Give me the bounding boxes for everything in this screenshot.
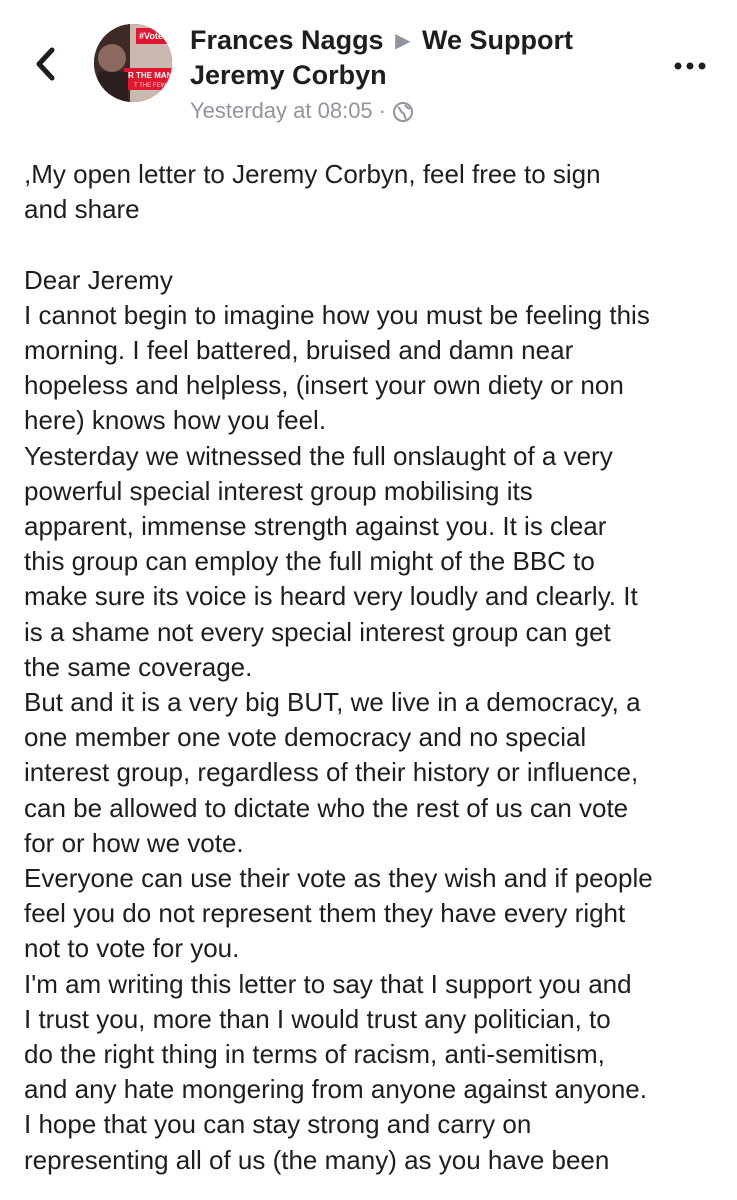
author-name[interactable]: Frances Naggs: [190, 25, 384, 55]
right-triangle-icon: ▶: [395, 30, 411, 52]
post-timestamp[interactable]: Yesterday at 08:05: [190, 97, 373, 125]
avatar-text-bot: T THE FEW: [134, 83, 166, 89]
globe-icon[interactable]: [392, 101, 414, 123]
chevron-left-icon: [36, 47, 55, 81]
avatar-text-top: #VoteLab: [139, 31, 172, 41]
more-options-icon: [674, 62, 706, 70]
avatar-text-mid: R THE MANY: [128, 71, 172, 80]
more-options-button[interactable]: [672, 56, 708, 76]
avatar[interactable]: #VoteLab R THE MANY T THE FEW: [94, 24, 172, 102]
post-author-block: Frances Naggs ▶ We Support Jeremy Corbyn…: [190, 24, 640, 125]
author-line: Frances Naggs ▶ We Support Jeremy Corbyn: [190, 24, 640, 91]
back-button[interactable]: [30, 44, 64, 84]
post-body-text: ,My open letter to Jeremy Corbyn, feel f…: [24, 159, 653, 1175]
post-header: #VoteLab R THE MANY T THE FEW Frances Na…: [0, 0, 737, 140]
post-meta: Yesterday at 08:05 ·: [190, 97, 640, 125]
meta-separator: ·: [378, 98, 386, 123]
